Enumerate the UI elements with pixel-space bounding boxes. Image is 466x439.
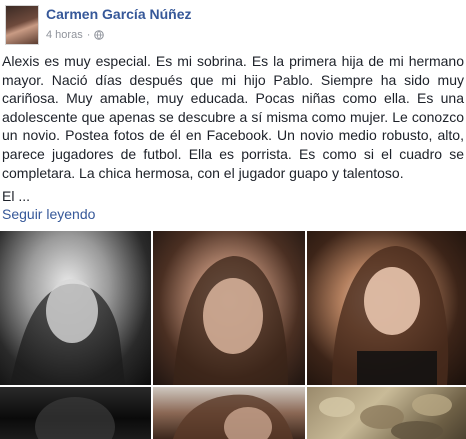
author-name-link[interactable]: Carmen García Núñez [46, 6, 192, 22]
photo-1[interactable] [0, 231, 151, 385]
post-truncated-text: El ... [2, 188, 31, 204]
post-meta: 4 horas · [46, 29, 105, 41]
post-header: Carmen García Núñez 4 horas · [0, 0, 466, 50]
see-more-link[interactable]: Seguir leyendo [2, 205, 95, 223]
photo-4[interactable] [0, 387, 151, 439]
photo-3[interactable] [307, 231, 466, 385]
photo-6[interactable] [307, 387, 466, 439]
photo-2[interactable] [153, 231, 305, 385]
author-avatar[interactable] [5, 5, 39, 45]
post-body-text: Alexis es muy especial. Es mi sobrina. E… [2, 53, 464, 181]
post-timestamp[interactable]: 4 horas [46, 29, 83, 41]
meta-separator: · [86, 29, 91, 41]
globe-icon[interactable] [94, 30, 105, 40]
photo-5[interactable] [153, 387, 305, 439]
